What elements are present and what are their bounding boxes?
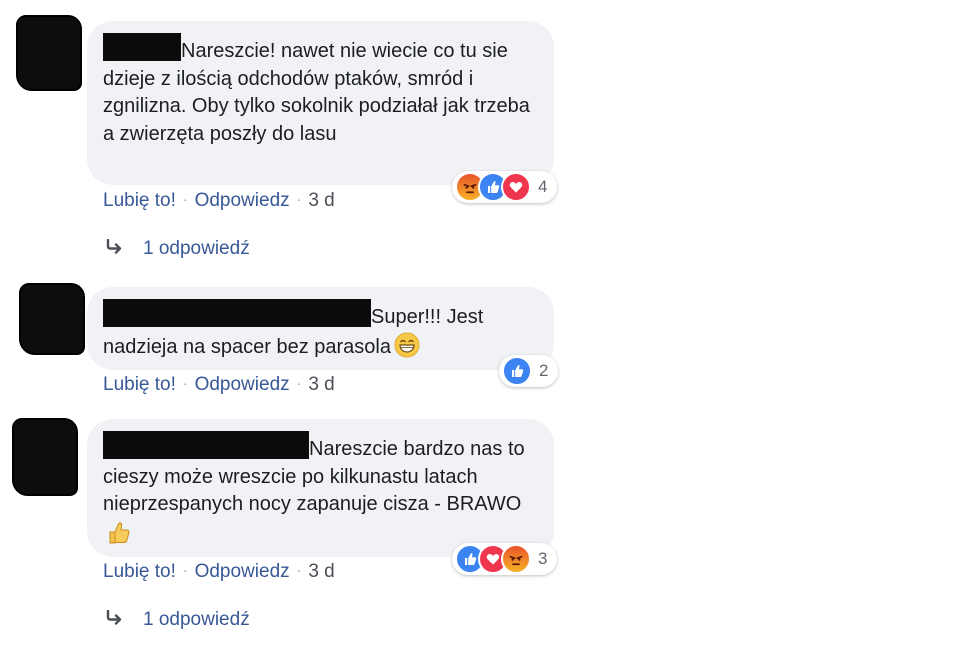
thumbs-up-icon xyxy=(106,519,132,545)
reply-arrow-icon xyxy=(103,238,143,260)
reply-link[interactable]: Odpowiedz xyxy=(195,374,290,395)
separator-dot: · xyxy=(182,375,188,391)
view-replies-link[interactable]: 1 odpowiedź xyxy=(103,238,250,260)
avatar[interactable] xyxy=(12,418,78,496)
avatar[interactable] xyxy=(19,283,85,355)
reactions-summary[interactable]: 4 xyxy=(452,171,558,203)
reaction-count: 4 xyxy=(538,177,548,196)
reactions-summary[interactable]: 3 xyxy=(452,543,558,575)
replies-count[interactable]: 1 odpowiedź xyxy=(143,238,250,259)
like-link[interactable]: Lubię to! xyxy=(103,561,176,582)
reply-link[interactable]: Odpowiedz xyxy=(195,190,290,211)
like-link[interactable]: Lubię to! xyxy=(103,190,176,211)
comment-bubble: Nareszcie bardzo nas to cieszy może wres… xyxy=(87,419,554,557)
grinning-face-icon xyxy=(394,332,420,358)
comment-actions: Lubię to! · Odpowiedz · 3 d xyxy=(103,374,335,396)
view-replies-link[interactable]: 1 odpowiedź xyxy=(103,609,250,631)
comment-bubble: Nareszcie! nawet nie wiecie co tu sie dz… xyxy=(87,21,554,185)
separator-dot: · xyxy=(182,562,188,578)
reply-link[interactable]: Odpowiedz xyxy=(195,561,290,582)
reply-arrow-icon xyxy=(103,609,143,631)
comment-timestamp[interactable]: 3 d xyxy=(308,374,334,395)
reaction-count: 2 xyxy=(539,361,549,380)
separator-dot: · xyxy=(296,191,302,207)
reaction-count: 3 xyxy=(538,549,548,568)
angry-icon xyxy=(501,544,531,574)
love-icon xyxy=(501,172,531,202)
comment-actions: Lubię to! · Odpowiedz · 3 d xyxy=(103,561,335,583)
redacted-author-name[interactable] xyxy=(103,431,309,459)
redacted-author-name[interactable] xyxy=(103,33,181,61)
avatar[interactable] xyxy=(16,15,82,91)
comment-timestamp[interactable]: 3 d xyxy=(308,561,334,582)
comment-bubble: Super!!! Jest nadzieja na spacer bez par… xyxy=(87,287,554,370)
replies-count[interactable]: 1 odpowiedź xyxy=(143,609,250,630)
separator-dot: · xyxy=(296,562,302,578)
comment-actions: Lubię to! · Odpowiedz · 3 d xyxy=(103,190,335,212)
separator-dot: · xyxy=(296,375,302,391)
like-link[interactable]: Lubię to! xyxy=(103,374,176,395)
reactions-summary[interactable]: 2 xyxy=(499,355,559,387)
like-icon xyxy=(502,356,532,386)
redacted-author-name[interactable] xyxy=(103,299,371,327)
comment-timestamp[interactable]: 3 d xyxy=(308,190,334,211)
separator-dot: · xyxy=(182,191,188,207)
